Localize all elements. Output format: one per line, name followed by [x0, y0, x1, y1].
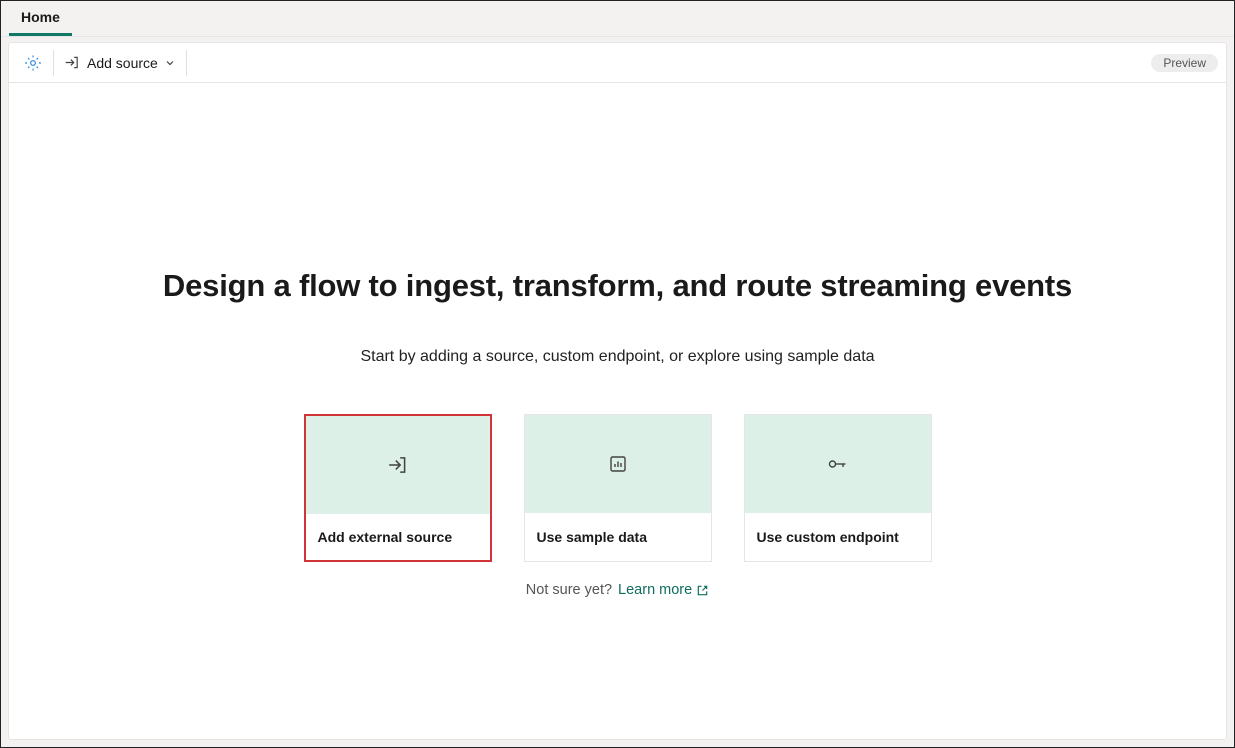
hint-row: Not sure yet? Learn more: [526, 582, 709, 598]
card-use-custom-endpoint[interactable]: Use custom endpoint: [744, 414, 932, 562]
toolbar: Add source Preview: [9, 43, 1226, 83]
card-icon-area: [306, 416, 490, 514]
card-label-text: Use sample data: [537, 529, 648, 545]
option-cards: Add external source Use sample data: [304, 414, 932, 562]
card-label: Use custom endpoint: [745, 513, 931, 561]
key-icon: [826, 454, 850, 474]
add-source-button[interactable]: Add source: [58, 47, 182, 79]
preview-badge: Preview: [1151, 54, 1218, 72]
card-add-external-source[interactable]: Add external source: [304, 414, 492, 562]
page-title: Design a flow to ingest, transform, and …: [163, 268, 1072, 304]
hint-question: Not sure yet?: [526, 582, 612, 598]
card-label-text: Add external source: [318, 529, 453, 545]
tabs-bar: Home: [1, 1, 1234, 37]
main-panel: Add source Preview Design a flow to inge…: [8, 42, 1227, 740]
tab-home[interactable]: Home: [9, 1, 72, 36]
learn-more-link[interactable]: Learn more: [618, 582, 709, 598]
add-source-label: Add source: [87, 55, 158, 71]
learn-more-label: Learn more: [618, 582, 692, 598]
separator: [53, 50, 54, 76]
enter-icon: [387, 454, 409, 476]
card-icon-area: [745, 415, 931, 513]
chevron-down-icon: [164, 57, 176, 69]
settings-button[interactable]: [17, 47, 49, 79]
tab-home-label: Home: [21, 9, 60, 25]
external-link-icon: [696, 584, 709, 597]
card-label-text: Use custom endpoint: [757, 529, 899, 545]
enter-icon: [64, 54, 81, 71]
preview-badge-label: Preview: [1163, 56, 1206, 70]
bar-chart-icon: [608, 454, 628, 474]
separator: [186, 50, 187, 76]
card-label: Add external source: [306, 514, 490, 560]
gear-icon: [24, 54, 42, 72]
card-label: Use sample data: [525, 513, 711, 561]
canvas: Design a flow to ingest, transform, and …: [9, 83, 1226, 739]
card-use-sample-data[interactable]: Use sample data: [524, 414, 712, 562]
card-icon-area: [525, 415, 711, 513]
page-subtitle: Start by adding a source, custom endpoin…: [360, 348, 874, 366]
